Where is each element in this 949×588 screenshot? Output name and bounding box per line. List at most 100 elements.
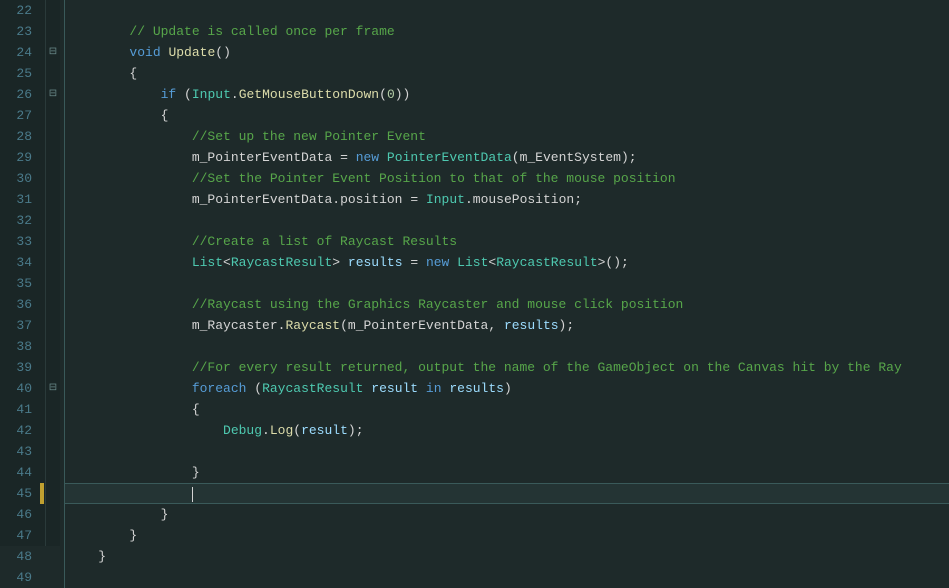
line-number: 47	[0, 525, 32, 546]
line-number: 25	[0, 63, 32, 84]
field: m_EventSystem	[520, 150, 621, 165]
code-line[interactable]: if (Input.GetMouseButtonDown(0))	[64, 84, 949, 105]
comment: //For every result returned, output the …	[192, 360, 902, 375]
variable: result	[371, 381, 418, 396]
field: m_PointerEventData	[348, 318, 488, 333]
keyword: in	[426, 381, 442, 396]
line-number: 33	[0, 231, 32, 252]
method-name: GetMouseButtonDown	[239, 87, 379, 102]
type-name: Debug	[223, 423, 262, 438]
type-name: RaycastResult	[496, 255, 597, 270]
code-line[interactable]: m_Raycaster.Raycast(m_PointerEventData, …	[64, 315, 949, 336]
line-number: 35	[0, 273, 32, 294]
method-name: Raycast	[285, 318, 340, 333]
type-name: Input	[192, 87, 231, 102]
type-name: List	[457, 255, 488, 270]
code-line[interactable]	[64, 336, 949, 357]
fold-toggle[interactable]: ⊟	[46, 42, 60, 63]
code-line[interactable]	[64, 273, 949, 294]
code-line[interactable]	[64, 0, 949, 21]
line-number: 48	[0, 546, 32, 567]
line-number: 42	[0, 420, 32, 441]
code-line[interactable]: //Set the Pointer Event Position to that…	[64, 168, 949, 189]
fold-toggle[interactable]: ⊟	[46, 84, 60, 105]
line-number: 40	[0, 378, 32, 399]
keyword: if	[161, 87, 177, 102]
keyword: new	[426, 255, 449, 270]
variable: results	[449, 381, 504, 396]
code-text-area[interactable]: // Update is called once per frame void …	[60, 0, 949, 546]
code-line[interactable]: Debug.Log(result);	[64, 420, 949, 441]
line-number: 45	[0, 483, 32, 504]
modified-line-marker	[40, 483, 44, 504]
line-number: 28	[0, 126, 32, 147]
code-line[interactable]: }	[64, 504, 949, 525]
code-line[interactable]: foreach (RaycastResult result in results…	[64, 378, 949, 399]
text-caret	[192, 487, 193, 502]
line-number: 37	[0, 315, 32, 336]
line-number: 44	[0, 462, 32, 483]
code-line[interactable]: // Update is called once per frame	[64, 21, 949, 42]
code-line[interactable]: //Set up the new Pointer Event	[64, 126, 949, 147]
comment: //Set up the new Pointer Event	[192, 129, 426, 144]
line-number: 22	[0, 0, 32, 21]
code-line[interactable]: }	[64, 525, 949, 546]
code-line[interactable]: //For every result returned, output the …	[64, 357, 949, 378]
code-line[interactable]	[64, 567, 949, 588]
type-name: Input	[426, 192, 465, 207]
type-name: PointerEventData	[387, 150, 512, 165]
code-line[interactable]	[64, 441, 949, 462]
line-number: 39	[0, 357, 32, 378]
code-line-current[interactable]	[64, 483, 949, 504]
field: m_PointerEventData	[192, 150, 332, 165]
code-line[interactable]: List<RaycastResult> results = new List<R…	[64, 252, 949, 273]
code-line[interactable]: m_PointerEventData = new PointerEventDat…	[64, 147, 949, 168]
change-bar-column	[38, 0, 46, 546]
fold-column: ⊟ ⊟ ⊟	[46, 0, 60, 546]
fold-toggle[interactable]: ⊟	[46, 378, 60, 399]
line-number: 24	[0, 42, 32, 63]
line-number: 23	[0, 21, 32, 42]
line-number: 30	[0, 168, 32, 189]
line-number: 26	[0, 84, 32, 105]
property: mousePosition	[473, 192, 574, 207]
type-name: List	[192, 255, 223, 270]
comment: //Set the Pointer Event Position to that…	[192, 171, 676, 186]
method-name: Log	[270, 423, 293, 438]
type-name: RaycastResult	[262, 381, 363, 396]
variable: results	[504, 318, 559, 333]
property: position	[340, 192, 402, 207]
comment: //Create a list of Raycast Results	[192, 234, 457, 249]
code-line[interactable]: }	[64, 462, 949, 483]
code-line[interactable]: }	[64, 546, 949, 567]
line-number: 41	[0, 399, 32, 420]
line-number: 34	[0, 252, 32, 273]
comment: // Update is called once per frame	[129, 24, 394, 39]
line-number: 46	[0, 504, 32, 525]
code-line[interactable]: //Create a list of Raycast Results	[64, 231, 949, 252]
code-line[interactable]	[64, 210, 949, 231]
field: m_PointerEventData	[192, 192, 332, 207]
keyword: foreach	[192, 381, 247, 396]
variable: result	[301, 423, 348, 438]
number-literal: 0	[387, 87, 395, 102]
comment: //Raycast using the Graphics Raycaster a…	[192, 297, 683, 312]
method-name: Update	[168, 45, 215, 60]
code-line[interactable]: {	[64, 399, 949, 420]
code-line[interactable]: {	[64, 63, 949, 84]
code-line[interactable]: m_PointerEventData.position = Input.mous…	[64, 189, 949, 210]
line-number: 38	[0, 336, 32, 357]
line-number: 31	[0, 189, 32, 210]
code-line[interactable]: {	[64, 105, 949, 126]
line-number: 32	[0, 210, 32, 231]
line-number: 49	[0, 567, 32, 588]
line-number: 43	[0, 441, 32, 462]
line-number-gutter: 22 23 24 25 26 27 28 29 30 31 32 33 34 3…	[0, 0, 38, 546]
field: m_Raycaster	[192, 318, 278, 333]
code-editor[interactable]: 22 23 24 25 26 27 28 29 30 31 32 33 34 3…	[0, 0, 949, 546]
line-number: 27	[0, 105, 32, 126]
keyword: new	[356, 150, 379, 165]
code-line[interactable]: //Raycast using the Graphics Raycaster a…	[64, 294, 949, 315]
line-number: 29	[0, 147, 32, 168]
code-line[interactable]: void Update()	[64, 42, 949, 63]
